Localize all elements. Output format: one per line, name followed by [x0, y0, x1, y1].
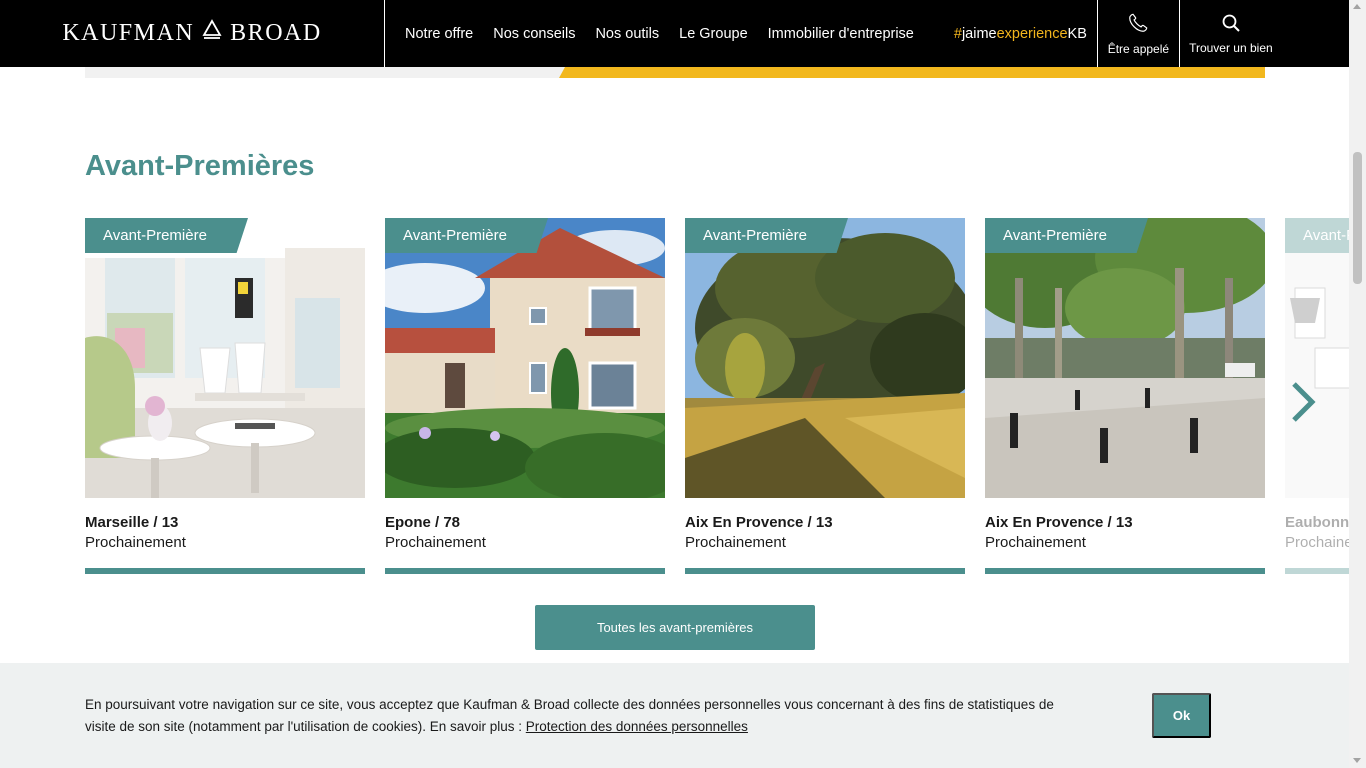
hashtag-jaime-experience-kb[interactable]: # jaime experience KB — [924, 0, 1097, 67]
all-avant-premieres-button[interactable]: Toutes les avant-premières — [535, 605, 815, 650]
program-city: Aix En Provence / 13 — [985, 514, 1133, 531]
find-property-label: Trouver un bien — [1189, 40, 1273, 55]
scroll-up-arrow-icon[interactable] — [1353, 4, 1361, 9]
privacy-link[interactable]: Protection des données personnelles — [526, 719, 748, 734]
nav-le-groupe[interactable]: Le Groupe — [669, 26, 758, 42]
find-property-button[interactable]: Trouver un bien — [1178, 0, 1282, 67]
call-me-label: Être appelé — [1107, 41, 1170, 56]
avant-premiere-tag: Avant-Première — [685, 218, 848, 253]
site-header: KAUFMAN BROAD Notre offre Nos conseils N… — [0, 0, 1349, 67]
hashtag-kb: KB — [1067, 25, 1087, 42]
logo-triangle-icon — [202, 18, 222, 45]
program-image: Avant-Première — [385, 218, 665, 498]
program-image: Avant-Première — [985, 218, 1265, 498]
program-card[interactable]: Avant-Première Aix En Provence / 13 Proc… — [685, 218, 965, 574]
cookie-text: En poursuivant votre navigation sur ce s… — [85, 694, 1065, 738]
program-status: Prochainement — [385, 534, 486, 551]
page-scrollbar[interactable] — [1349, 0, 1366, 768]
page: KAUFMAN BROAD Notre offre Nos conseils N… — [0, 0, 1366, 768]
program-status: Prochainement — [1285, 534, 1349, 551]
avant-premieres-carousel: Avant-Première Marseille / 13 Prochainem… — [85, 218, 1349, 578]
program-status: Prochainement — [985, 534, 1086, 551]
nav-immobilier-entreprise[interactable]: Immobilier d'entreprise — [758, 26, 924, 42]
avant-premiere-tag: Avant-Première — [85, 218, 248, 253]
program-card[interactable]: Avant-Première Aix En Provence / 13 Proc… — [985, 218, 1265, 574]
program-status: Prochainement — [685, 534, 786, 551]
card-bottom-bar — [985, 568, 1265, 574]
program-city: Epone / 78 — [385, 514, 461, 531]
avant-premiere-tag: Avant-Première — [985, 218, 1148, 253]
avant-premiere-tag: Avant-Première — [385, 218, 548, 253]
section-title: Avant-Premières — [85, 150, 315, 182]
chevron-right-icon[interactable] — [1288, 380, 1318, 424]
progress-band-fill — [559, 67, 1265, 78]
search-icon — [1221, 13, 1241, 33]
nav-notre-offre[interactable]: Notre offre — [395, 26, 483, 42]
cookie-ok-button[interactable]: Ok — [1152, 693, 1211, 738]
card-bottom-bar — [685, 568, 965, 574]
program-city: Eaubonne — [1285, 514, 1349, 531]
program-status: Prochainement — [85, 534, 186, 551]
cookie-banner: En poursuivant votre navigation sur ce s… — [0, 663, 1349, 768]
scroll-thumb[interactable] — [1353, 152, 1362, 284]
phone-icon — [1127, 12, 1149, 34]
progress-band — [85, 67, 1265, 78]
nav-nos-conseils[interactable]: Nos conseils — [483, 26, 585, 42]
program-image: Avant-Première — [1285, 218, 1349, 498]
program-image: Avant-Première — [85, 218, 365, 498]
scroll-down-arrow-icon[interactable] — [1353, 758, 1361, 763]
hashtag-jaime: jaime — [961, 25, 997, 42]
hashtag-hash: # — [953, 25, 962, 42]
program-card[interactable]: Avant-Première Epone / 78 Prochainement — [385, 218, 665, 574]
program-city: Aix En Provence / 13 — [685, 514, 833, 531]
call-me-button[interactable]: Être appelé — [1096, 0, 1179, 67]
program-image: Avant-Première — [685, 218, 965, 498]
card-bottom-bar — [385, 568, 665, 574]
kaufman-broad-logo[interactable]: KAUFMAN BROAD — [0, 0, 385, 67]
card-bottom-bar — [1285, 568, 1349, 574]
nav-nos-outils[interactable]: Nos outils — [585, 26, 669, 42]
main-nav: Notre offre Nos conseils Nos outils Le G… — [385, 0, 924, 67]
card-bottom-bar — [85, 568, 365, 574]
program-card[interactable]: Avant-Première Marseille / 13 Prochainem… — [85, 218, 365, 574]
program-city: Marseille / 13 — [85, 514, 179, 531]
logo-right-text: BROAD — [230, 20, 322, 46]
hashtag-experience: experience — [996, 25, 1068, 42]
logo-left-text: KAUFMAN — [62, 20, 195, 46]
avant-premiere-tag: Avant-Première — [1285, 218, 1349, 253]
